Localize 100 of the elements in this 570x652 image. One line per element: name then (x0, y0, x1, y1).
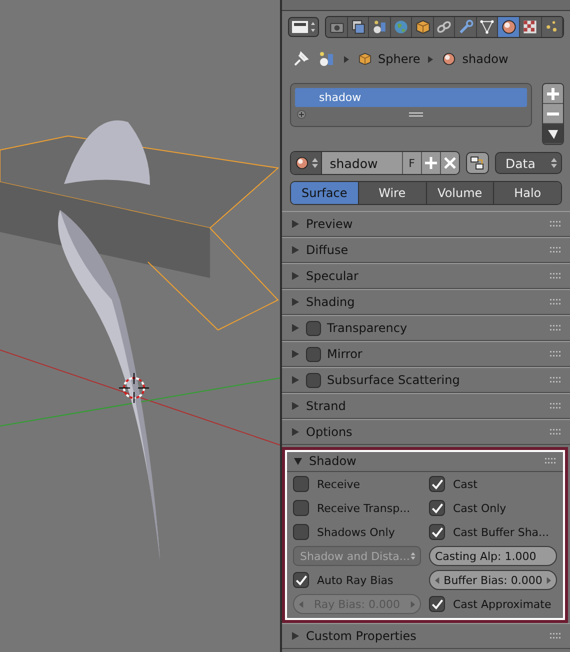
add-slot-button[interactable] (543, 84, 563, 104)
collapse-arrow-icon (293, 456, 303, 466)
checkbox[interactable] (306, 372, 321, 388)
check-icon (430, 476, 444, 492)
checkbox[interactable]: Cast Only (429, 498, 557, 518)
remove-slot-button[interactable] (543, 104, 563, 124)
panel-header[interactable]: Specular (282, 263, 570, 289)
checkbox[interactable]: Shadows Only (293, 522, 421, 542)
checkbox[interactable]: Cast Approximate (429, 594, 557, 614)
panel-header[interactable]: Options (282, 419, 570, 445)
world-icon (392, 18, 410, 36)
panel-header[interactable]: Custom Properties (282, 623, 570, 649)
check-icon (294, 572, 308, 588)
drag-grip-icon[interactable] (550, 247, 562, 253)
material-name: shadow (462, 52, 508, 66)
increment-arrow-icon (410, 600, 415, 608)
drag-grip-icon[interactable] (550, 221, 562, 227)
editor-type-button[interactable] (288, 17, 320, 37)
checkbox[interactable]: Cast (429, 474, 557, 494)
material-type-tab[interactable]: Wire (358, 182, 426, 204)
drag-grip-icon[interactable] (550, 299, 562, 305)
checkbox[interactable] (306, 320, 321, 336)
editor-type-icon (290, 20, 317, 34)
constraints-icon (435, 18, 454, 36)
panel-title: Strand (306, 399, 346, 413)
checkbox[interactable] (306, 346, 321, 362)
expand-arrow-icon (290, 631, 300, 641)
new-material-button[interactable] (422, 152, 441, 174)
use-nodes-button[interactable] (466, 152, 489, 174)
drag-grip-icon[interactable] (550, 273, 562, 279)
object-name: Sphere (378, 52, 420, 66)
material-tab[interactable] (498, 17, 520, 37)
expand-arrow-icon (290, 297, 300, 307)
material-slot[interactable]: shadow (295, 88, 527, 107)
layers-icon (349, 18, 368, 36)
panel-header[interactable]: Transparency (282, 315, 570, 341)
checkbox[interactable]: Receive Transp... (293, 498, 421, 518)
breadcrumb-arrow-icon (428, 56, 434, 62)
material-type-tab[interactable]: Surface (291, 182, 359, 204)
panel-header[interactable]: Preview (282, 211, 570, 237)
specials-menu-button[interactable] (543, 124, 563, 144)
panel-title: Diffuse (306, 243, 348, 257)
panel-header[interactable]: Shadow (285, 450, 565, 472)
pin-icon[interactable] (292, 50, 310, 68)
material-type-tab[interactable]: Halo (494, 182, 561, 204)
scene-icon (318, 50, 336, 68)
panel-header[interactable]: Subsurface Scattering (282, 367, 570, 393)
texture-icon (521, 18, 540, 36)
decrement-arrow-icon (299, 600, 304, 608)
drag-grip-icon[interactable] (550, 633, 562, 639)
check-icon (430, 596, 444, 612)
expand-arrow-icon (290, 349, 300, 359)
resize-handle-icon[interactable] (408, 112, 422, 116)
panel-title: Specular (306, 269, 358, 283)
check-icon (430, 500, 444, 516)
panel-title: Options (306, 425, 352, 439)
down-triangle-icon (547, 128, 559, 140)
checkbox[interactable]: Cast Buffer Sha... (429, 522, 557, 542)
drag-grip-icon[interactable] (550, 377, 562, 383)
panel-header[interactable]: Mirror (282, 341, 570, 367)
browse-material-button[interactable] (291, 152, 322, 174)
updown-arrows-icon (410, 550, 416, 562)
drag-grip-icon[interactable] (550, 325, 562, 331)
fake-user-button[interactable]: F (402, 152, 422, 174)
updown-arrows-icon (551, 157, 558, 169)
number-field[interactable]: Buffer Bias: 0.000 (429, 570, 557, 590)
material-name-field[interactable]: shadow (322, 152, 403, 174)
panel-title: Shading (306, 295, 355, 309)
drag-grip-icon[interactable] (545, 458, 557, 464)
panel-title: Subsurface Scattering (327, 373, 460, 387)
render-tab[interactable] (326, 17, 348, 37)
plus-icon (546, 86, 560, 100)
checkbox[interactable]: Receive (293, 474, 421, 494)
drag-grip-icon[interactable] (550, 351, 562, 357)
add-filter-icon[interactable] (297, 110, 306, 118)
unlink-button[interactable] (440, 152, 460, 174)
link-dropdown[interactable]: Data (494, 152, 562, 174)
nodes-icon (469, 155, 486, 171)
panel-header[interactable]: Strand (282, 393, 570, 419)
data-icon (478, 18, 496, 36)
expand-arrow-icon (290, 401, 300, 411)
expand-arrow-icon (290, 323, 300, 333)
breadcrumb-arrow-icon (344, 56, 349, 62)
check-icon (430, 524, 444, 540)
plus-icon (424, 156, 438, 170)
material-type-tab[interactable]: Volume (426, 182, 494, 204)
drag-grip-icon[interactable] (550, 403, 562, 409)
decrement-arrow-icon (435, 576, 440, 584)
updown-arrows-icon (312, 157, 318, 169)
panel-header[interactable]: Shading (282, 289, 570, 315)
slider-field[interactable]: Casting Alp: 1.000 (429, 546, 557, 566)
checkbox[interactable]: Auto Ray Bias (293, 570, 421, 590)
drag-grip-icon[interactable] (550, 429, 562, 435)
object-icon (414, 18, 432, 36)
expand-arrow-icon (290, 271, 300, 281)
expand-arrow-icon (290, 375, 300, 385)
expand-arrow-icon (290, 219, 300, 229)
panel-header[interactable]: Diffuse (282, 237, 570, 263)
expand-arrow-icon (290, 245, 300, 255)
expand-arrow-icon (290, 427, 300, 437)
